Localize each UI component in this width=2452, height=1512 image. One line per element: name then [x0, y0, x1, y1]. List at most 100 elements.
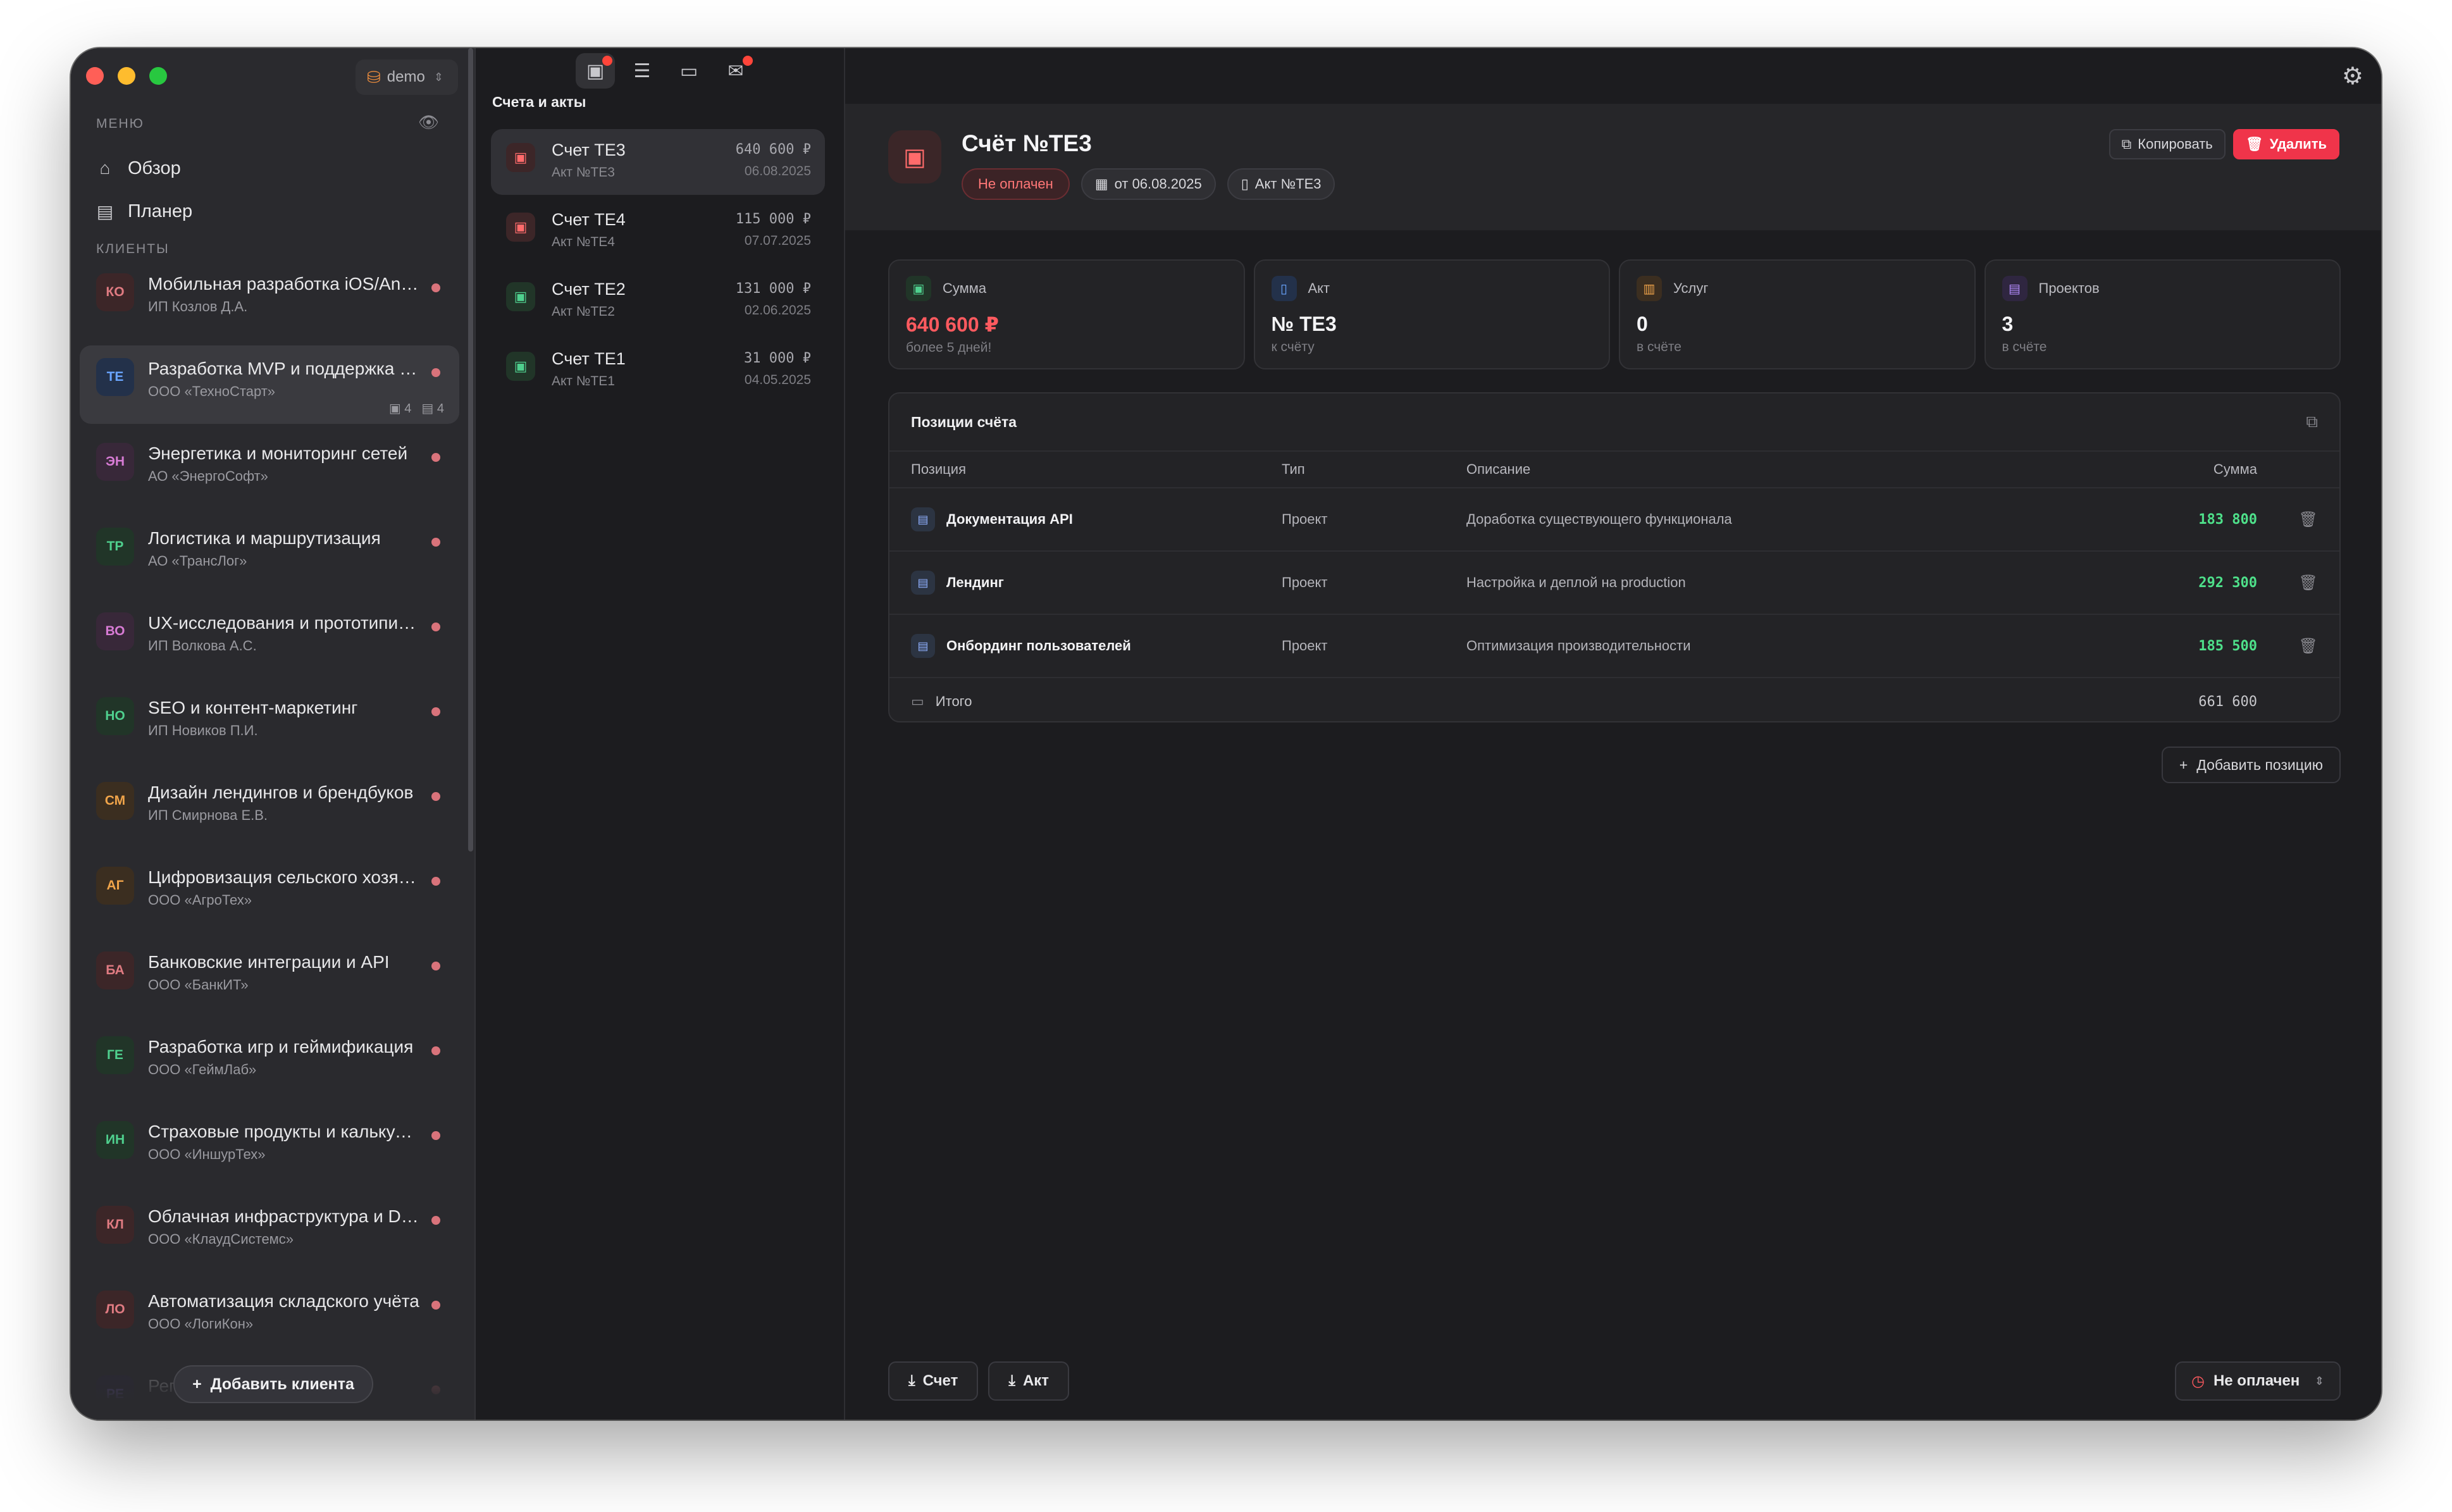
- tab-archive[interactable]: ▭: [669, 53, 709, 89]
- trash-icon[interactable]: 🗑: [2299, 488, 2318, 550]
- add-position-label: Добавить позицию: [2196, 756, 2323, 773]
- avatar: АГ: [96, 867, 134, 905]
- sidebar-scrollbar[interactable]: [468, 48, 473, 852]
- add-client-label: Добавить клиента: [210, 1375, 354, 1393]
- invoice-meta: 31 000 ₽ 04.05.2025: [744, 350, 811, 388]
- total-value: 661 600: [2198, 693, 2257, 710]
- stat-value: № ТЕ3: [1271, 313, 1337, 335]
- status-dot: [431, 538, 440, 547]
- client-item[interactable]: ЛО Автоматизация складского учёта ООО «Л…: [80, 1278, 459, 1363]
- copy-button[interactable]: ⧉ Копировать: [2108, 129, 2226, 159]
- project-count-value: 4: [437, 402, 444, 416]
- status-dot: [431, 453, 440, 462]
- status-dot: [431, 792, 440, 801]
- client-item[interactable]: ЭН Энергетика и мониторинг сетей АО «Эне…: [80, 430, 459, 515]
- invoice-date: 04.05.2025: [744, 373, 811, 387]
- tab-inbox[interactable]: ✉: [716, 53, 755, 89]
- invoice-item[interactable]: ▣ Счет ТЕ3 Акт №ТЕ3 640 600 ₽ 06.08.2025: [491, 129, 825, 195]
- status-badge[interactable]: Не оплачен: [962, 168, 1070, 200]
- close-window-button[interactable]: [86, 67, 104, 85]
- minimize-window-button[interactable]: [118, 67, 135, 85]
- stat-subtitle: к счёту: [1271, 340, 1315, 354]
- client-item[interactable]: ИН Страховые продукты и калькуляторы ООО…: [80, 1108, 459, 1193]
- list-title: Счета и акты: [492, 94, 586, 110]
- client-item[interactable]: ТЕ Разработка MVP и поддержка платформы …: [80, 345, 459, 424]
- stat-card: ▤ Проектов 3 в счёте: [1984, 259, 2341, 369]
- wallet-icon: ▣: [586, 60, 605, 82]
- table-header: Позиция Тип Описание Сумма: [889, 452, 2339, 488]
- chevron-updown-icon: ⇕: [433, 70, 443, 84]
- download-invoice-button[interactable]: ⤓ Счет: [888, 1361, 979, 1401]
- tab-invoices[interactable]: ▣: [576, 53, 615, 89]
- client-text: Цифровизация сельского хозяйства ООО «Аг…: [148, 867, 447, 939]
- delete-button[interactable]: 🗑 Удалить: [2232, 129, 2339, 159]
- nav-item-planner[interactable]: ▤ Планер: [96, 194, 192, 229]
- add-client-button[interactable]: + Добавить клиента: [173, 1365, 373, 1403]
- add-position-button[interactable]: + Добавить позицию: [2161, 747, 2341, 783]
- gear-icon[interactable]: ⚙: [2342, 62, 2363, 90]
- download-act-label: Акт: [1022, 1372, 1050, 1389]
- invoice-item[interactable]: ▣ Счет ТЕ1 Акт №ТЕ1 31 000 ₽ 04.05.2025: [491, 338, 825, 404]
- layers-icon: ☰: [633, 60, 651, 82]
- wallet-icon: ▣: [906, 276, 931, 301]
- stat-label: Акт: [1308, 280, 1330, 296]
- client-item[interactable]: БА Банковские интеграции и API ООО «Банк…: [80, 939, 459, 1024]
- act-chip[interactable]: ▯ Акт №ТЕ3: [1227, 168, 1335, 200]
- date-label: от 06.08.2025: [1114, 176, 1202, 192]
- workspace-switcher[interactable]: ⛁ demo ⇕: [356, 59, 458, 95]
- notification-badge: [602, 56, 612, 66]
- client-name: Логистика и маршрутизация: [148, 528, 381, 548]
- client-item[interactable]: СМ Дизайн лендингов и брендбуков ИП Смир…: [80, 769, 459, 854]
- maximize-window-button[interactable]: [149, 67, 167, 85]
- nav-item-overview[interactable]: ⌂ Обзор: [96, 151, 181, 186]
- table-row[interactable]: ▤ Лендинг Проект Настройка и деплой на p…: [889, 552, 2339, 615]
- invoice-item[interactable]: ▣ Счет ТЕ2 Акт №ТЕ2 131 000 ₽ 02.06.2025: [491, 268, 825, 334]
- plus-icon: +: [192, 1375, 202, 1393]
- total-row: ▭ Итого 661 600: [889, 678, 2339, 721]
- copy-icon[interactable]: ⧉: [2306, 412, 2318, 432]
- download-act-button[interactable]: ⤓ Акт: [988, 1361, 1070, 1401]
- wallet-icon: ▣: [506, 213, 535, 242]
- client-item[interactable]: ВО UX-исследования и прототипирование ИП…: [80, 600, 459, 685]
- invoice-text: Счет ТЕ3 Акт №ТЕ3: [552, 140, 626, 195]
- total-cell: ▭ Итого: [911, 678, 972, 721]
- invoice-item[interactable]: ▣ Счет ТЕ4 Акт №ТЕ4 115 000 ₽ 07.07.2025: [491, 199, 825, 264]
- document-icon: ▯: [1271, 276, 1297, 301]
- column-sum: Сумма: [2213, 461, 2257, 477]
- tab-layers[interactable]: ☰: [622, 53, 662, 89]
- invoice-amount: 640 600 ₽: [735, 142, 811, 158]
- header-actions: ⧉ Копировать 🗑 Удалить: [2108, 129, 2339, 159]
- nav-item-label: Планер: [128, 201, 193, 221]
- avatar: БА: [96, 951, 134, 989]
- client-item[interactable]: АГ Цифровизация сельского хозяйства ООО …: [80, 854, 459, 939]
- client-item[interactable]: КЛ Облачная инфраструктура и DevOps ООО …: [80, 1193, 459, 1278]
- client-text: Разработка игр и геймификация ООО «ГеймЛ…: [148, 1036, 447, 1108]
- client-item[interactable]: КО Мобильная разработка iOS/Android ИП К…: [80, 261, 459, 345]
- status-dot: [431, 707, 440, 716]
- invoice-list-pane: ▣ ☰ ▭ ✉ Счета и акты ▣ Счет ТЕ3 Акт №ТЕ3…: [476, 48, 845, 1420]
- avatar: ВО: [96, 612, 134, 650]
- plus-icon: +: [2179, 756, 2188, 773]
- client-org: ООО «КлаудСистемс»: [148, 1231, 294, 1247]
- stat-card: ▯ Акт № ТЕ3 к счёту: [1253, 259, 1610, 369]
- date-chip[interactable]: ▦ от 06.08.2025: [1080, 168, 1216, 200]
- client-item[interactable]: НО SEO и контент-маркетинг ИП Новиков П.…: [80, 685, 459, 769]
- trash-icon[interactable]: 🗑: [2299, 615, 2318, 677]
- invoice-count: ▣ 4: [388, 402, 412, 416]
- table-row[interactable]: ▤ Онбординг пользователей Проект Оптимиз…: [889, 615, 2339, 678]
- trash-icon[interactable]: 🗑: [2299, 552, 2318, 614]
- positions-header: Позиции счёта ⧉: [889, 393, 2339, 452]
- download-icon: ⤓: [1008, 1372, 1015, 1389]
- folder-icon: ▤: [911, 507, 935, 531]
- client-item[interactable]: ГЕ Разработка игр и геймификация ООО «Ге…: [80, 1024, 459, 1108]
- status-select[interactable]: ◷ Не оплачен ⇕: [2175, 1361, 2341, 1401]
- eye-icon[interactable]: 👁: [418, 113, 439, 132]
- table-row[interactable]: ▤ Документация API Проект Доработка суще…: [889, 488, 2339, 552]
- workspace-name: demo: [387, 68, 425, 85]
- client-name: Банковские интеграции и API: [148, 952, 390, 972]
- status-dot: [431, 1131, 440, 1140]
- client-text: UX-исследования и прототипирование ИП Во…: [148, 612, 447, 685]
- client-item[interactable]: ТР Логистика и маршрутизация АО «ТрансЛо…: [80, 515, 459, 600]
- avatar: ТЕ: [96, 358, 134, 396]
- window-controls: [86, 67, 167, 85]
